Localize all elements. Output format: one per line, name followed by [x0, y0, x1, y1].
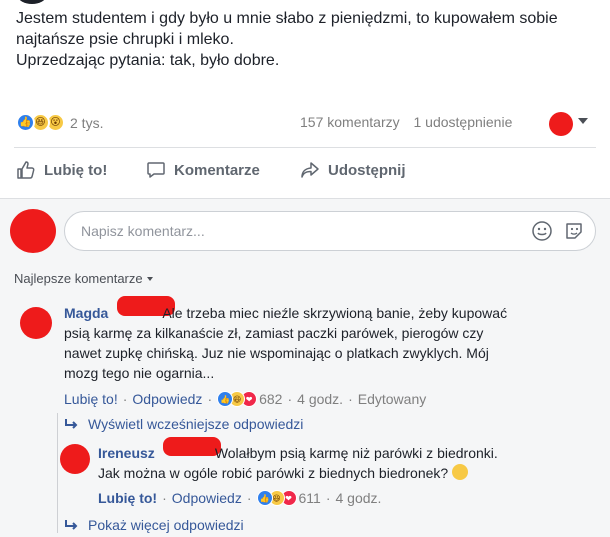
reply-meta: Lubię to! · Odpowiedz · 👍 😆 ❤ 611 · 4 go… — [98, 490, 382, 506]
comment-reactions[interactable]: 👍 😆 ❤ — [217, 391, 258, 407]
emoji-icon[interactable] — [531, 220, 553, 242]
comments-sort-label: Najlepsze komentarze — [14, 271, 143, 286]
reply-arrow-icon — [65, 419, 78, 429]
chevron-down-icon[interactable] — [578, 118, 588, 124]
chevron-down-icon — [146, 276, 153, 281]
divider — [14, 147, 596, 148]
like-reaction-icon: 👍 — [16, 113, 35, 132]
reply-author[interactable]: Ireneusz — [98, 445, 155, 461]
comment-meta: Lubię to! · Odpowiedz · 👍 😆 ❤ 682 · 4 go… — [64, 391, 427, 407]
viewer-avatar[interactable] — [549, 112, 573, 136]
comment-button-label: Komentarze — [174, 161, 260, 179]
viewer-avatar — [10, 209, 56, 253]
comment-reply-link[interactable]: Odpowiedz — [132, 391, 202, 407]
reply-body: Ireneusz Wolałbym psią karmę niż parówki … — [98, 443, 498, 483]
post-text-line: Jestem studentem i gdy było u mnie słabo… — [16, 10, 558, 27]
comment-author[interactable]: Magda — [64, 305, 108, 321]
comment-input[interactable]: Napisz komentarz... — [64, 211, 596, 251]
reply-timestamp[interactable]: 4 godz. — [336, 490, 382, 506]
share-button[interactable]: Udostępnij — [300, 160, 406, 180]
post-author-avatar[interactable] — [18, 0, 46, 4]
comment-input-placeholder: Napisz komentarz... — [81, 223, 205, 239]
comment-timestamp[interactable]: 4 godz. — [297, 391, 343, 407]
like-button-label: Lubię to! — [44, 161, 108, 179]
reactions-summary[interactable]: 👍 😆 😮 2 tys. — [16, 113, 103, 132]
reply-like-link[interactable]: Lubię to! — [98, 490, 157, 506]
comment-reactions-count: 682 — [259, 391, 283, 407]
reply-text-line: Jak można w ogóle robić parówki z biedny… — [98, 465, 449, 481]
thread-line — [57, 413, 58, 533]
commenter-avatar[interactable] — [20, 307, 52, 339]
comment-body: Magda Ale trzeba miec nieźle skrzywioną b… — [64, 303, 507, 383]
post-text-line: Uprzedzając pytania: tak, było dobre. — [16, 52, 280, 69]
reply-reply-link[interactable]: Odpowiedz — [172, 490, 242, 506]
thumbs-up-icon — [17, 161, 35, 179]
show-more-replies-link[interactable]: Pokaż więcej odpowiedzi — [64, 517, 244, 533]
post-text-line: najtańsze psie chrupki i mleko. — [16, 31, 234, 48]
comment-text-line: nawet zupkę chińską. Juz nie wspominając… — [64, 345, 489, 361]
like-reaction-icon: 👍 — [217, 391, 234, 407]
sticker-icon[interactable] — [563, 220, 585, 242]
commenter-avatar[interactable] — [60, 444, 90, 474]
like-button[interactable]: Lubię to! — [16, 160, 107, 180]
reactions-count: 2 tys. — [70, 114, 104, 131]
comment-text-line: mozg tego nie ogarnia... — [64, 365, 215, 381]
reply-arrow-icon — [65, 520, 78, 530]
post-text: Jestem studentem i gdy było u mnie słabo… — [16, 8, 601, 71]
shares-count-link[interactable]: 1 udostępnienie — [414, 114, 513, 130]
share-arrow-icon — [301, 162, 319, 178]
show-more-replies-label: Pokaż więcej odpowiedzi — [88, 517, 244, 533]
comments-count-link[interactable]: 157 komentarzy — [300, 114, 400, 130]
show-previous-replies-label: Wyświetl wcześniejsze odpowiedzi — [88, 416, 304, 432]
comment-text-line: psią karmę za kilkanaście zł, zamiast pa… — [64, 325, 484, 341]
post-actions: Lubię to! Komentarze Udostępnij — [0, 152, 610, 192]
comment-edited-label[interactable]: Edytowany — [358, 391, 426, 407]
like-reaction-icon: 👍 — [256, 490, 273, 506]
comments-section: Napisz komentarz... Najlepsze komentarze… — [0, 198, 610, 537]
comment-icon — [147, 162, 165, 178]
reply-text-line: Wolałbym psią karmę niż parówki z biedro… — [214, 445, 498, 461]
comment-like-link[interactable]: Lubię to! — [64, 391, 118, 407]
reply-reactions-count: 611 — [298, 490, 321, 506]
comments-sort-dropdown[interactable]: Najlepsze komentarze — [14, 271, 153, 286]
show-previous-replies-link[interactable]: Wyświetl wcześniejsze odpowiedzi — [64, 416, 303, 432]
share-button-label: Udostępnij — [328, 161, 406, 179]
post-stats: 👍 😆 😮 2 tys. 157 komentarzy 1 udostępnie… — [0, 104, 610, 144]
thinking-face-icon — [452, 464, 469, 480]
comment-button[interactable]: Komentarze — [146, 160, 260, 180]
comment-text-line: Ale trzeba miec nieźle skrzywioną banie,… — [162, 305, 508, 321]
reply-reactions[interactable]: 👍 😆 ❤ — [256, 490, 297, 506]
